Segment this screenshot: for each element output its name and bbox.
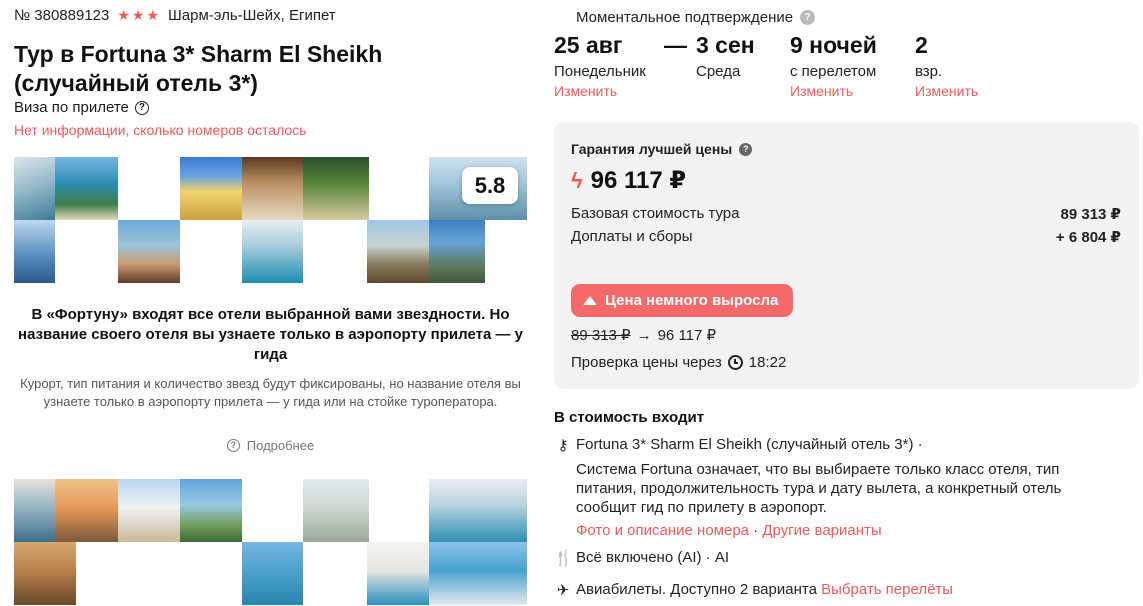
photo-gallery-top[interactable] <box>14 157 527 284</box>
date-from-value: 25 авг <box>554 32 623 58</box>
instant-confirmation-label: Моментальное подтверждение <box>576 9 794 26</box>
fortuna-headline: В «Фортуну» входят все отели выбранной в… <box>18 306 523 363</box>
triangle-up-icon <box>583 296 597 305</box>
price-increased-badge: Цена немного выросла <box>571 284 794 317</box>
include-hotel-description: Система Fortuna означает, что вы выбирае… <box>576 461 1062 516</box>
question-circle-icon[interactable]: ? <box>134 100 149 115</box>
trip-dates: 25 авг Понедельник Изменить — 3 сен Сред… <box>554 31 1074 101</box>
airplane-icon: ✈ <box>556 582 570 599</box>
date-from-weekday: Понедельник <box>554 63 646 80</box>
base-price-value: 89 313 ₽ <box>1060 206 1121 223</box>
extra-fees-row: Доплаты и сборы + 6 804 ₽ <box>571 228 1121 246</box>
gallery-photo[interactable] <box>242 157 303 220</box>
best-price-guarantee: Гарантия лучшей цены ? <box>571 141 753 157</box>
date-to: 3 сен Среда <box>696 31 755 80</box>
room-photos-link[interactable]: Фото и описание номера <box>576 522 749 539</box>
tour-details: № 380889123 ★ ★ ★ Шарм-эль-Шейх, Египет … <box>14 0 528 606</box>
gallery-photo[interactable] <box>55 479 118 542</box>
adults-note: взр. <box>915 63 943 80</box>
fork-knife-icon: 🍴 <box>554 550 573 567</box>
include-flights-text: Авиабилеты. Доступно 2 варианта Выбрать … <box>576 581 953 598</box>
price-card: Гарантия лучшей цены ? ϟ 96 117 ₽ Базова… <box>554 122 1139 389</box>
gallery-photo[interactable] <box>303 479 369 542</box>
adults: 2 взр. Изменить <box>915 31 978 99</box>
base-price-label: Базовая стоимость тура <box>571 205 740 222</box>
star-icon: ★ <box>117 7 130 23</box>
gallery-photo[interactable] <box>118 479 180 542</box>
new-price: 96 117 ₽ <box>657 327 717 344</box>
extra-fees-label: Доплаты и сборы <box>571 228 693 245</box>
change-adults-link[interactable]: Изменить <box>915 83 978 99</box>
include-hotel-label: Fortuna 3* Sharm El Sheikh (случайный от… <box>576 436 923 453</box>
extra-fees-value: + 6 804 ₽ <box>1055 229 1121 246</box>
nights: 9 ночей с перелетом Изменить <box>790 31 877 99</box>
question-circle-icon: ? <box>226 439 240 452</box>
total-price-value: 96 117 ₽ <box>590 167 687 194</box>
includes-title: В стоимость входит <box>554 409 705 426</box>
gallery-photo[interactable] <box>429 479 527 542</box>
link-separator: · <box>749 522 763 539</box>
photo-gallery-bottom[interactable] <box>14 479 527 606</box>
page-title: Тур в Fortuna 3* Sharm El Sheikh (случай… <box>14 41 383 96</box>
instant-confirmation: Моментальное подтверждение ? <box>576 9 816 26</box>
rating-badge: 5.8 <box>462 167 518 204</box>
tour-meta-row: № 380889123 ★ ★ ★ Шарм-эль-Шейх, Египет <box>14 7 336 24</box>
gallery-photo[interactable] <box>14 220 55 283</box>
include-hotel-links: Фото и описание номера · Другие варианты <box>576 522 882 539</box>
gallery-photo[interactable] <box>429 220 485 283</box>
star-icon: ★ <box>131 7 145 23</box>
gallery-photo[interactable] <box>242 542 303 605</box>
key-icon: ⚷ <box>557 437 569 454</box>
change-nights-link[interactable]: Изменить <box>790 83 877 99</box>
tour-location: Шарм-эль-Шейх, Египет <box>168 7 336 24</box>
nights-value: 9 ночей <box>790 32 877 58</box>
gallery-photo[interactable] <box>180 479 242 542</box>
old-price: 89 313 ₽ <box>571 327 631 344</box>
gallery-photo[interactable] <box>303 157 369 220</box>
fortuna-description: Курорт, тип питания и количество звезд б… <box>20 376 521 409</box>
include-flights-label: Авиабилеты. Доступно 2 варианта <box>576 581 817 598</box>
gallery-photo[interactable] <box>242 220 303 283</box>
gallery-photo[interactable] <box>118 220 180 283</box>
date-dash: — <box>664 32 687 58</box>
date-to-value: 3 сен <box>696 32 755 58</box>
gallery-photo[interactable] <box>55 157 118 220</box>
price-check-timer: Проверка цены через 18:22 <box>571 354 786 371</box>
arrow-right-icon: → <box>636 326 652 344</box>
star-icon: ★ <box>146 7 160 23</box>
date-to-weekday: Среда <box>696 63 741 80</box>
clock-icon <box>727 355 743 370</box>
question-circle-icon[interactable]: ? <box>800 10 816 25</box>
date-from: 25 авг Понедельник Изменить <box>554 31 646 99</box>
rooms-availability: Нет информации, сколько номеров осталось <box>14 122 307 138</box>
base-price-row: Базовая стоимость тура 89 313 ₽ <box>571 205 1121 223</box>
gallery-photo[interactable] <box>429 542 527 605</box>
more-link-label: Подробнее <box>246 438 315 453</box>
change-dates-link[interactable]: Изменить <box>554 83 646 99</box>
lightning-icon: ϟ <box>571 167 583 193</box>
more-link[interactable]: ? Подробнее <box>14 438 527 453</box>
choose-flights-link[interactable]: Выбрать перелёты <box>821 581 953 598</box>
nights-note: с перелетом <box>790 63 877 80</box>
gallery-photo[interactable] <box>367 542 429 605</box>
guarantee-label: Гарантия лучшей цены <box>571 141 733 157</box>
visa-info: Виза по прилете ? <box>14 99 149 116</box>
price-increased-label: Цена немного выросла <box>605 292 779 309</box>
gallery-photo[interactable] <box>180 157 242 220</box>
tour-number: № 380889123 <box>14 7 110 24</box>
question-circle-icon[interactable]: ? <box>739 142 753 156</box>
gallery-photo[interactable] <box>367 220 429 283</box>
visa-label: Виза по прилете <box>14 99 129 116</box>
hotel-stars: ★ ★ ★ <box>117 7 159 24</box>
price-check-label: Проверка цены через <box>571 354 722 371</box>
other-options-link[interactable]: Другие варианты <box>762 522 881 539</box>
total-price: ϟ 96 117 ₽ <box>571 166 686 195</box>
gallery-photo[interactable] <box>14 479 55 542</box>
adults-value: 2 <box>915 32 928 58</box>
booking-panel: Моментальное подтверждение ? 25 авг Поне… <box>554 0 1139 606</box>
include-meal-label: Всё включено (AI) · AI <box>576 549 730 566</box>
price-change-row: 89 313 ₽ → 96 117 ₽ <box>571 326 717 345</box>
gallery-photo[interactable] <box>14 542 76 605</box>
price-check-time: 18:22 <box>748 354 787 371</box>
